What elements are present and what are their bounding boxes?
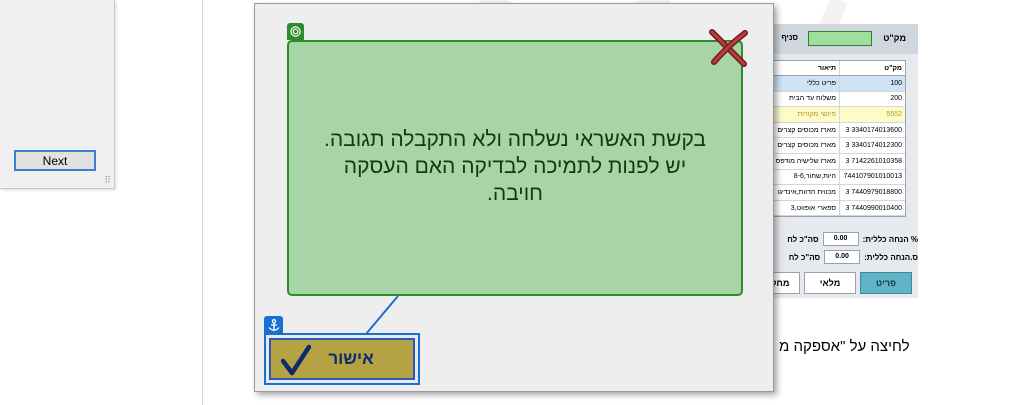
close-x-icon[interactable] (706, 28, 750, 68)
pos-total-label: סה"כ לח (787, 234, 819, 244)
pos-discount-pct-label: % הנחה כללית: (862, 234, 918, 244)
pos-cell-sku: 744107901010013 (839, 169, 905, 185)
checkmark-icon (281, 344, 311, 376)
pos-cell-sku: 3340174013600 3 (839, 122, 905, 138)
document-margin-line (202, 0, 203, 405)
pos-cell-sku: 3340174012300 3 (839, 138, 905, 153)
pos-table-row: 200 משלוח עד הבית (760, 91, 905, 108)
ok-button-frame: אישור (264, 333, 420, 385)
pos-cell-sku: 7142261010358 3 (839, 153, 905, 169)
next-button[interactable]: Next (14, 150, 96, 171)
pos-table-row: 7142261010358 3 מארז שלישיה מודפס (760, 153, 905, 170)
dialog-message-line1: בקשת האשראי נשלחה ולא התקבלה תגובה. (324, 127, 706, 151)
pos-header: מק"ט סניף (760, 24, 918, 54)
pos-table-row: 100 פריט כללי (760, 76, 905, 92)
pos-table-row: 5552 פינשי מקורות (760, 107, 905, 123)
ok-button-label: אישור (328, 349, 374, 368)
pos-cell-sku: 7440990010400 3 (839, 200, 905, 216)
pos-sku-input (808, 31, 872, 46)
message-callout: בקשת האשראי נשלחה ולא התקבלה תגובה. יש ל… (287, 40, 743, 296)
pos-cell-sku: 7440979018800 3 (839, 185, 905, 200)
pos-table-row: 744107901010013 היות,שחור,8-6 (760, 169, 905, 186)
resize-grip-icon[interactable]: ⠿ (104, 176, 111, 186)
pos-cell-sku: 200 (839, 91, 905, 107)
wizard-panel: Next ⠿ (0, 0, 115, 189)
pos-branch-label: סניף (781, 33, 798, 42)
pos-table-row: 3340174012300 3 מארז מכוסים קצרים (760, 138, 905, 154)
pos-table-header: מק"ט תיאור (760, 61, 905, 76)
pos-discount-amt-value: 0.00 (824, 250, 861, 264)
pos-items-table: מק"ט תיאור 100 פריט כללי 200 משלוח עד הבית 5… (760, 60, 906, 218)
pos-table-row: 7440990010400 3 ספארי אופווט,3 (760, 200, 905, 217)
pos-discount-amt-row: ס.הנחה כללית: 0.00 סה"כ לח (789, 250, 918, 264)
target-icon (287, 23, 304, 40)
pos-cell-sku: 100 (839, 76, 905, 91)
pos-discount-pct-row: % הנחה כללית: 0.00 סה"כ לח (787, 232, 918, 246)
dialog-message-line2: יש לפנות לתמיכה לבדיקה האם העסקה חויבה. (343, 154, 687, 205)
pos-header-sku: מק"ט (839, 61, 905, 75)
pos-total-label: סה"כ לח (788, 252, 821, 262)
pos-table-row: 7440979018800 3 מכווית הדוות,אינדיגו (760, 185, 905, 201)
callout-connector (365, 295, 399, 335)
anchor-icon (264, 316, 283, 334)
pos-cell-sku: 5552 (839, 107, 905, 122)
document-caption: לחיצה על "אספקה מ (779, 338, 910, 355)
pos-sku-label: מק"ט (883, 33, 906, 43)
pos-table-row: 3340174013600 3 מארז מכוסים קצרים (760, 122, 905, 139)
pos-discount-amt-label: ס.הנחה כללית: (864, 252, 918, 262)
dialog-message: בקשת האשראי נשלחה ולא התקבלה תגובה. יש ל… (315, 126, 715, 207)
pos-discount-pct-value: 0.00 (822, 232, 859, 246)
ok-button[interactable]: אישור (269, 338, 415, 380)
pos-stock-button: מלאי (804, 272, 856, 294)
pos-screenshot: מק"ט סניף מק"ט תיאור 100 פריט כללי 200 משלו… (760, 24, 918, 298)
pos-item-button: פריט (860, 272, 912, 294)
